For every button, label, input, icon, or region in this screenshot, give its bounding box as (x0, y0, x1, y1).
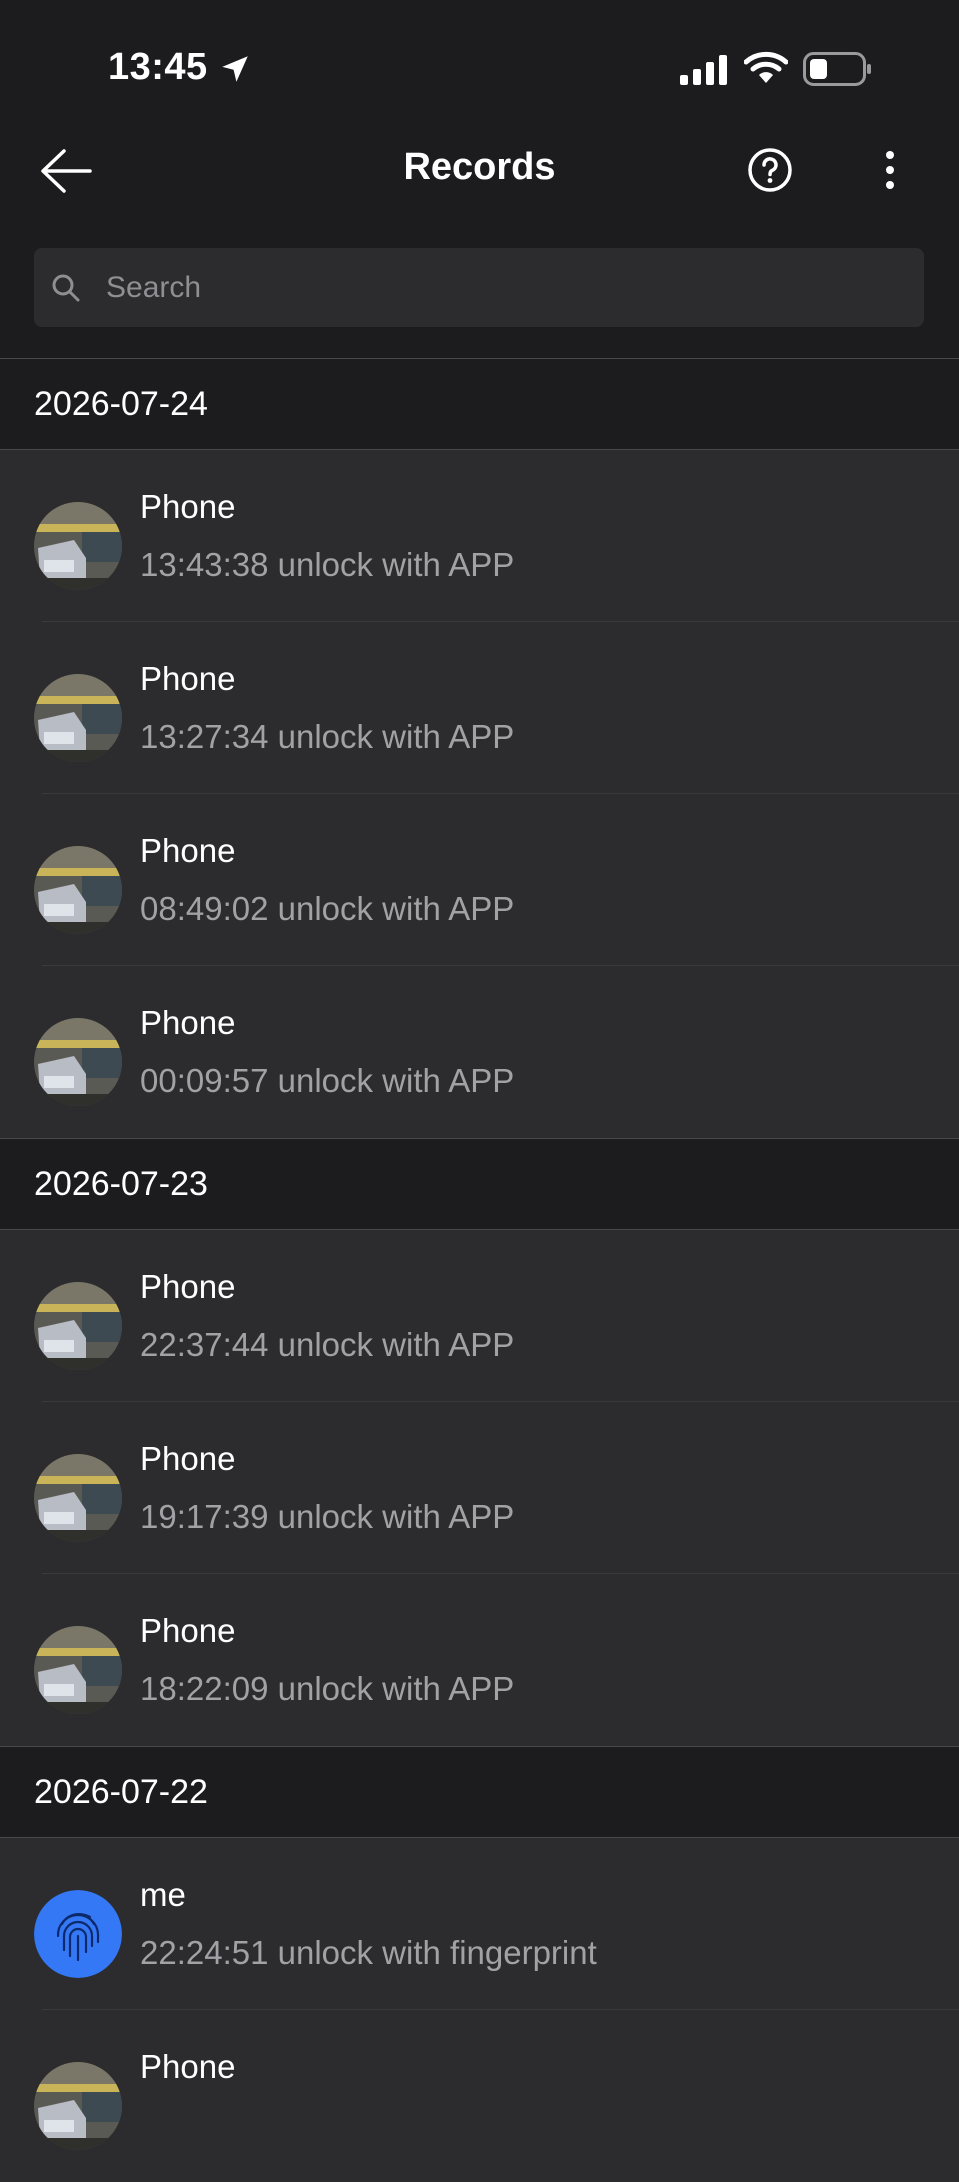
record-name: Phone (140, 488, 236, 525)
camera-snapshot-avatar (34, 674, 122, 762)
record-detail: 08:49:02 unlock with APP (140, 890, 515, 927)
record-name: Phone (140, 1004, 236, 1041)
question-circle-icon (748, 148, 792, 192)
date-header: 2026-07-22 (0, 1746, 959, 1838)
location-arrow-icon (222, 56, 248, 82)
records-list: 2026-07-24 Phone 13:43:38 unlock with AP… (0, 358, 959, 2182)
record-name: Phone (140, 1268, 236, 1305)
record-row[interactable]: Phone 19:17:39 unlock with APP (0, 1402, 959, 1574)
search-input[interactable] (104, 269, 888, 306)
record-name: Phone (140, 1440, 236, 1477)
record-name: Phone (140, 660, 236, 697)
vertical-dots-icon (886, 151, 894, 189)
record-detail: 00:09:57 unlock with APP (140, 1062, 515, 1099)
camera-snapshot-avatar (34, 846, 122, 934)
camera-snapshot-avatar (34, 1626, 122, 1714)
record-row[interactable]: Phone 00:09:57 unlock with APP (0, 966, 959, 1138)
search-bar[interactable] (34, 248, 924, 327)
camera-snapshot-avatar (34, 502, 122, 590)
more-options-button[interactable] (870, 146, 910, 194)
record-row[interactable]: Phone 18:22:09 unlock with APP (0, 1574, 959, 1746)
fingerprint-avatar (34, 1890, 122, 1978)
record-name: me (140, 1876, 186, 1913)
camera-snapshot-avatar (34, 1454, 122, 1542)
record-detail: 13:43:38 unlock with APP (140, 546, 515, 583)
navigation-bar: Records (0, 130, 959, 210)
battery-icon (803, 52, 871, 86)
record-row[interactable]: me 22:24:51 unlock with fingerprint (0, 1838, 959, 2010)
date-header: 2026-07-23 (0, 1138, 959, 1230)
status-time: 13:45 (108, 46, 208, 88)
page-title: Records (403, 146, 556, 188)
camera-snapshot-avatar (34, 1282, 122, 1370)
record-name: Phone (140, 1612, 236, 1649)
camera-snapshot-avatar (34, 1018, 122, 1106)
cellular-signal-icon (680, 55, 727, 85)
record-name: Phone (140, 832, 236, 869)
record-row[interactable]: Phone 13:43:38 unlock with APP (0, 450, 959, 622)
camera-snapshot-avatar (34, 2062, 122, 2150)
record-row[interactable]: Phone 13:27:34 unlock with APP (0, 622, 959, 794)
record-row[interactable]: Phone (0, 2010, 959, 2182)
fingerprint-icon (34, 1890, 122, 1978)
record-detail: 22:37:44 unlock with APP (140, 1326, 515, 1363)
record-detail: 18:22:09 unlock with APP (140, 1670, 515, 1707)
record-row[interactable]: Phone 08:49:02 unlock with APP (0, 794, 959, 966)
record-name: Phone (140, 2048, 236, 2085)
wifi-icon (744, 51, 788, 83)
record-row[interactable]: Phone 22:37:44 unlock with APP (0, 1230, 959, 1402)
record-detail: 13:27:34 unlock with APP (140, 718, 515, 755)
status-bar: 13:45 (0, 0, 959, 130)
record-detail: 22:24:51 unlock with fingerprint (140, 1934, 597, 1971)
help-button[interactable] (746, 146, 794, 194)
search-icon (52, 274, 80, 301)
date-header: 2026-07-24 (0, 358, 959, 450)
record-detail: 19:17:39 unlock with APP (140, 1498, 515, 1535)
